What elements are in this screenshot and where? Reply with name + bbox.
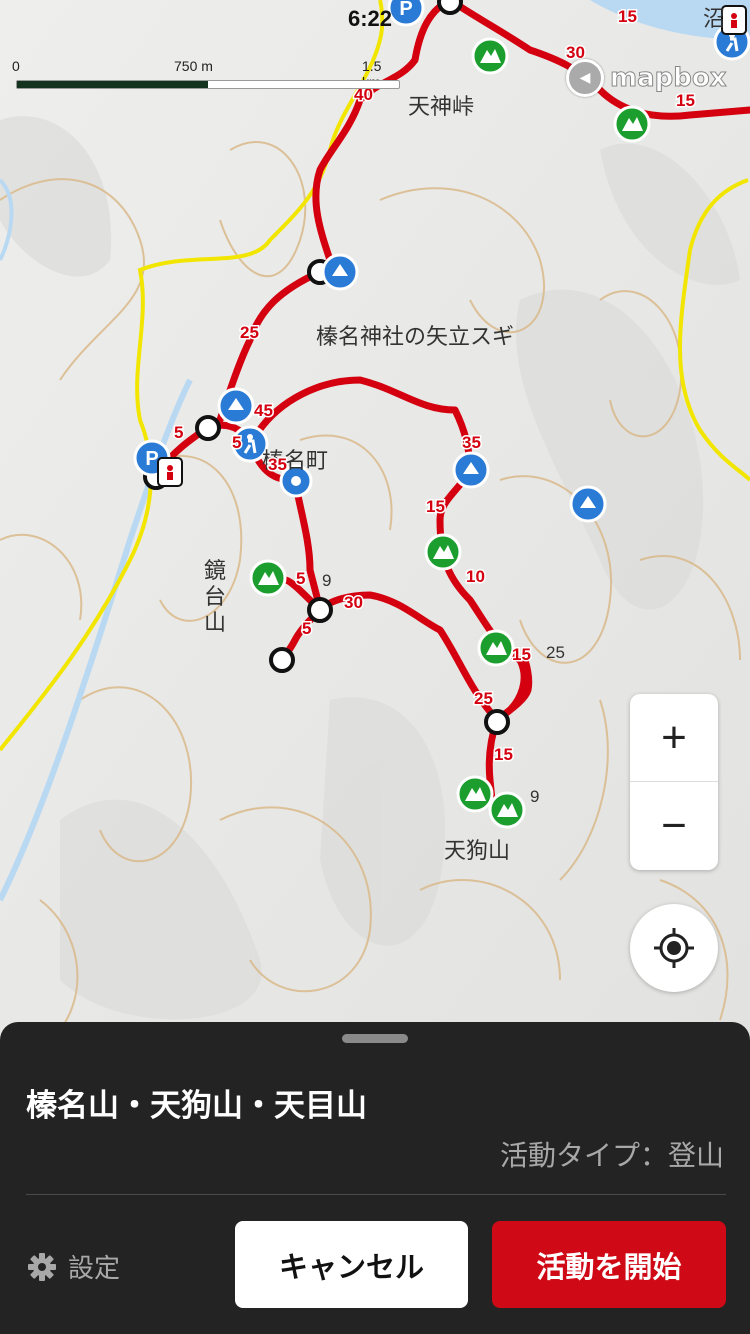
waypoint-icon — [269, 647, 295, 673]
map-view[interactable]: P P 天神峠 榛名神社の矢立スギ 榛名町 天狗山 沼 鏡 台 山 15 30 … — [0, 0, 750, 1040]
shelter-icon — [569, 485, 607, 523]
zoom-in-button[interactable]: + — [630, 694, 718, 782]
parking-icon: P — [387, 0, 425, 27]
route-time-label: 10 — [466, 567, 485, 586]
route-time-label: 15 — [426, 497, 445, 516]
map-canvas: P P 天神峠 榛名神社の矢立スギ 榛名町 天狗山 沼 鏡 台 山 15 30 … — [0, 0, 750, 1040]
cancel-button[interactable]: キャンセル — [235, 1221, 468, 1308]
activity-type[interactable]: 活動タイプ：登山 — [500, 1134, 724, 1174]
waypoint-icon — [484, 709, 510, 735]
peak-icon — [249, 559, 287, 597]
route-title: 榛名山・天狗山・天目山 — [26, 1088, 367, 1124]
svg-text:台: 台 — [204, 585, 226, 610]
waypoint-icon — [307, 597, 333, 623]
peak-icon — [471, 37, 509, 75]
route-time-label: 35 — [268, 455, 287, 474]
mapbox-attribution[interactable]: ◀ mapbox — [566, 58, 727, 98]
settings-label: 設定 — [68, 1254, 121, 1284]
route-time-label: 15 — [494, 745, 513, 764]
route-time-label: 5 — [296, 569, 305, 588]
mapbox-logo-text: mapbox — [610, 63, 727, 94]
waypoint-icon — [437, 0, 463, 15]
start-activity-button[interactable]: 活動を開始 — [492, 1221, 726, 1308]
route-time-label: 30 — [344, 593, 363, 612]
scale-label-start: 0 — [12, 58, 20, 74]
settings-button[interactable]: 設定 — [26, 1248, 120, 1285]
label-tengu: 天狗山 — [444, 839, 510, 864]
peak-icon — [456, 775, 494, 813]
waypoint-icon — [195, 415, 221, 441]
status-time: 6:22 — [348, 6, 393, 31]
scale-bar: 0 750 m 1.5 km — [12, 58, 400, 92]
route-time-label: 25 — [474, 689, 493, 708]
shelter-icon — [217, 387, 255, 425]
route-time-label: 15 — [618, 7, 637, 26]
peak-icon — [424, 533, 462, 571]
label-kagamidai: 鏡 台 山 — [204, 559, 226, 636]
route-time-label: 5 — [302, 619, 311, 638]
label-top-right: 沼 — [703, 7, 725, 32]
zoom-out-button[interactable]: − — [630, 782, 718, 870]
label-sugi: 榛名神社の矢立スギ — [316, 325, 514, 350]
shelter-icon — [452, 451, 490, 489]
svg-text:P: P — [145, 448, 158, 470]
elevation-label: 25 — [546, 643, 565, 662]
sheet-drag-handle[interactable] — [342, 1034, 408, 1043]
label-tenjin-pass: 天神峠 — [408, 95, 474, 120]
zoom-control: + − — [630, 694, 718, 870]
route-time-label: 35 — [462, 433, 481, 452]
peak-icon — [613, 105, 651, 143]
svg-text:P: P — [399, 0, 412, 20]
restroom-icon — [721, 5, 747, 35]
scale-label-mid: 750 m — [174, 58, 213, 74]
gear-icon — [28, 1252, 56, 1281]
elevation-label: 9 — [530, 787, 539, 806]
shelter-icon — [321, 253, 359, 291]
mapbox-logo-icon: ◀ — [566, 59, 604, 97]
elevation-label: 9 — [322, 571, 331, 590]
scale-fill — [17, 81, 208, 88]
route-time-label: 25 — [240, 323, 259, 342]
svg-text:山: 山 — [204, 611, 226, 636]
crosshair-icon — [654, 928, 694, 968]
route-time-label: 15 — [512, 645, 531, 664]
sheet-divider — [26, 1194, 726, 1195]
route-time-label: 5 — [174, 423, 183, 442]
peak-icon — [488, 791, 526, 829]
restroom-icon — [157, 457, 183, 487]
svg-text:鏡: 鏡 — [204, 559, 226, 584]
locate-me-button[interactable] — [630, 904, 718, 992]
peak-icon — [477, 629, 515, 667]
route-time-label: 5 — [232, 433, 241, 452]
scale-track — [16, 80, 400, 89]
route-time-label: 45 — [254, 401, 273, 420]
bottom-sheet: 榛名山・天狗山・天目山 活動タイプ：登山 設定 キャンセル 活動を開始 — [0, 1022, 750, 1334]
